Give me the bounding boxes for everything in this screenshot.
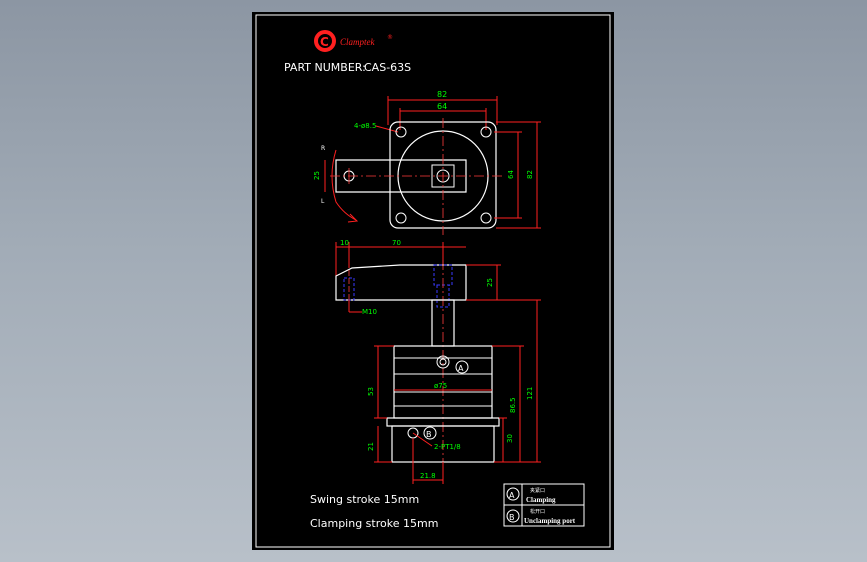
port-b-label: B — [426, 430, 432, 439]
holes-callout: 4-ø8.5 — [354, 122, 376, 130]
dim-70: 70 — [392, 239, 401, 247]
port-legend: A 夹紧口 Clamping B 松开口 Unclamping port — [503, 483, 585, 527]
thread-callout: M10 — [362, 308, 377, 316]
dim-21-8: 21.8 — [420, 472, 436, 480]
swing-stroke-note: Swing stroke 15mm — [310, 493, 419, 506]
part-number-label: PART NUMBER: — [284, 61, 366, 74]
legend-a-cn: 夹紧口 — [530, 487, 545, 494]
legend-b-cn: 松开口 — [530, 508, 545, 515]
mount-hole — [480, 212, 492, 224]
legend-b-label: B — [509, 513, 515, 522]
side-view: 10 70 M10 25 A ø75 B 2-PT1/8 53 21 86.5 … — [335, 239, 541, 484]
dim-53: 53 — [367, 387, 375, 396]
brand-logo-mark: C — [320, 35, 329, 49]
port-thread-callout: 2-PT1/8 — [434, 443, 461, 451]
brand-logo: C Clamptek ® — [314, 30, 393, 52]
dim-121: 121 — [526, 387, 534, 400]
sheet-frame — [255, 14, 611, 548]
cad-viewport: C Clamptek ® PART NUMBER: CAS-63S 82 64 … — [0, 0, 867, 562]
leader-line — [375, 125, 399, 133]
dim-25-arm: 25 — [313, 171, 321, 180]
brand-name: Clamptek — [340, 37, 375, 47]
rotation-right-label: R — [321, 145, 325, 152]
legend-b-text: Unclamping port — [524, 517, 576, 525]
legend-a-text: Clamping — [526, 496, 556, 504]
mount-hole — [395, 212, 407, 224]
dim-64-right: 64 — [507, 170, 515, 179]
drawing-canvas: C Clamptek ® PART NUMBER: CAS-63S 82 64 … — [255, 14, 611, 548]
dim-64-top: 64 — [437, 102, 447, 111]
brand-registered: ® — [387, 34, 393, 41]
dim-25-side: 25 — [486, 278, 494, 287]
dim-86-5: 86.5 — [509, 397, 517, 413]
dim-82-right: 82 — [526, 170, 534, 179]
top-view: 82 64 4-ø8.5 25 R L 64 82 — [313, 90, 541, 235]
dim-21: 21 — [367, 442, 375, 451]
dim-82-top: 82 — [437, 90, 447, 99]
arm-side-outline — [335, 264, 467, 301]
dim-30: 30 — [506, 434, 514, 443]
dim-10: 10 — [340, 239, 349, 247]
part-number-value: CAS-63S — [364, 61, 411, 74]
port-a-label: A — [458, 364, 464, 373]
clamping-stroke-note: Clamping stroke 15mm — [310, 517, 438, 530]
rotation-left-label: L — [321, 198, 325, 205]
dim-dia-75: ø75 — [434, 382, 447, 390]
legend-a-label: A — [509, 491, 515, 500]
